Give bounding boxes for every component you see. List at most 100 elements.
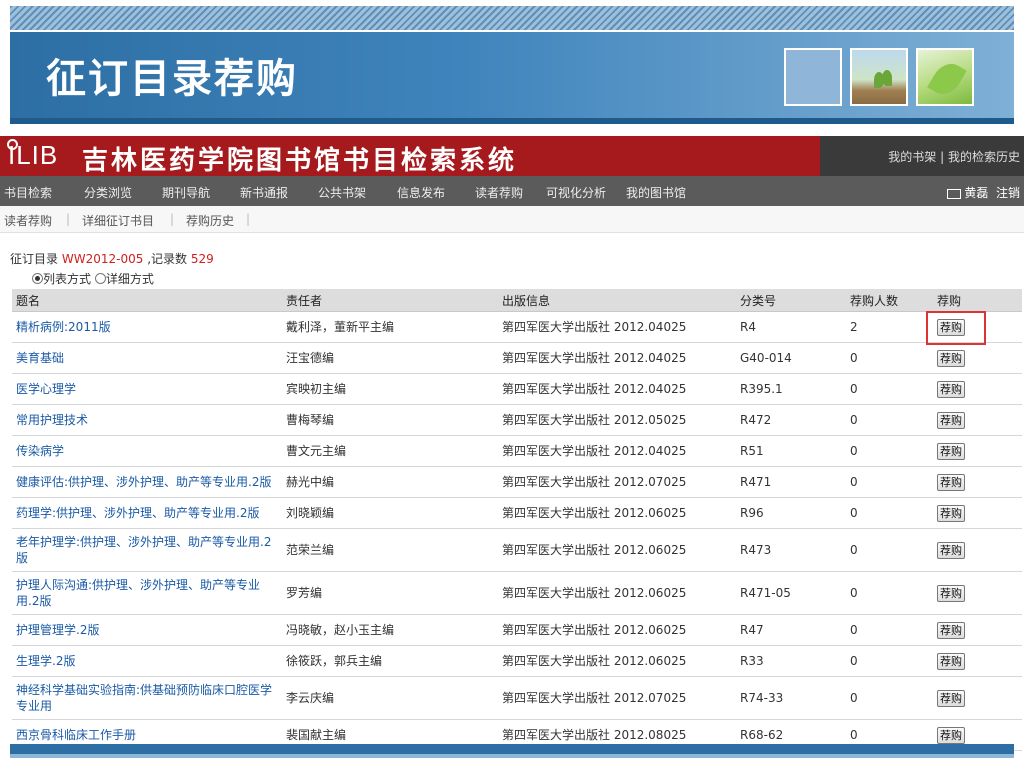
slide-footer-bar xyxy=(10,744,1014,754)
table-row: 护理人际沟通:供护理、涉外护理、助产等专业用.2版 罗芳编 第四军医大学出版社 20… xyxy=(12,571,1022,615)
recommend-cell: 荐购 xyxy=(933,373,1022,405)
book-title-link[interactable]: 药理学:供护理、涉外护理、助产等专业用.2版 xyxy=(12,497,282,529)
decorative-square-image xyxy=(784,48,842,106)
subnav-recommend-history[interactable]: 荐购历史 xyxy=(186,212,234,229)
recommend-button[interactable]: 荐购 xyxy=(937,689,965,707)
nav-item-catalog-search[interactable]: 书目检索 xyxy=(4,184,52,201)
recommend-cell: 荐购 xyxy=(933,435,1022,467)
book-author: 徐筱跃，郭兵主编 xyxy=(282,645,498,677)
nav-item-visual-analysis[interactable]: 可视化分析 xyxy=(546,184,606,201)
recommend-count: 0 xyxy=(846,404,933,436)
book-publication: 第四军医大学出版社 2012.07025 xyxy=(498,466,736,498)
link-separator: | xyxy=(936,150,948,164)
book-author: 李云庆编 xyxy=(282,676,498,720)
table-row: 传染病学 曹文元主编 第四军医大学出版社 2012.04025 R51 0 荐购 xyxy=(12,435,1022,467)
table-header-row: 题名 责任者 出版信息 分类号 荐购人数 荐购 xyxy=(12,289,1022,312)
col-header-recommend-count: 荐购人数 xyxy=(846,289,933,312)
recommend-cell: 荐购 xyxy=(933,676,1022,720)
recommend-count: 2 xyxy=(846,311,933,343)
table-row: 医学心理学 宾映初主编 第四军医大学出版社 2012.04025 R395.1 0 荐购 xyxy=(12,373,1022,405)
book-classification: R33 xyxy=(736,645,846,677)
recommend-button[interactable]: 荐购 xyxy=(937,411,965,429)
nav-item-journals[interactable]: 期刊导航 xyxy=(162,184,210,201)
book-title-link[interactable]: 生理学.2版 xyxy=(12,645,282,677)
subnav-separator: | xyxy=(170,212,175,226)
book-publication: 第四军医大学出版社 2012.05025 xyxy=(498,404,736,436)
nav-item-my-library[interactable]: 我的图书馆 xyxy=(626,184,686,201)
recommend-button[interactable]: 荐购 xyxy=(937,541,965,559)
recommend-button[interactable]: 荐购 xyxy=(937,442,965,460)
catalog-prefix: 征订目录 xyxy=(10,252,59,266)
book-title-link[interactable]: 精析病例:2011版 xyxy=(12,311,282,343)
recommend-count: 0 xyxy=(846,373,933,405)
book-title-link[interactable]: 老年护理学:供护理、涉外护理、助产等专业用.2版 xyxy=(12,528,282,572)
recommend-button[interactable]: 荐购 xyxy=(937,473,965,491)
book-title-link[interactable]: 传染病学 xyxy=(12,435,282,467)
book-title-link[interactable]: 医学心理学 xyxy=(12,373,282,405)
seedling-image xyxy=(850,48,908,106)
subnav-detailed-catalog[interactable]: 详细征订书目 xyxy=(82,212,154,229)
recommend-count: 0 xyxy=(846,645,933,677)
subnav-reader-recommend[interactable]: 读者荐购 xyxy=(4,212,52,229)
book-author: 戴利泽，董新平主编 xyxy=(282,311,498,343)
leaf-image xyxy=(916,48,974,106)
book-author: 冯晓敏，赵小玉主编 xyxy=(282,614,498,646)
nav-item-browse[interactable]: 分类浏览 xyxy=(84,184,132,201)
recommend-button[interactable]: 荐购 xyxy=(937,584,965,602)
table-row: 精析病例:2011版 戴利泽，董新平主编 第四军医大学出版社 2012.04025 R… xyxy=(12,311,1022,343)
book-author: 宾映初主编 xyxy=(282,373,498,405)
book-publication: 第四军医大学出版社 2012.07025 xyxy=(498,676,736,720)
book-publication: 第四军医大学出版社 2012.06025 xyxy=(498,571,736,615)
recommend-cell: 荐购 xyxy=(933,528,1022,572)
book-classification: R96 xyxy=(736,497,846,529)
recommend-button[interactable]: 荐购 xyxy=(937,726,965,744)
nav-item-public-shelf[interactable]: 公共书架 xyxy=(318,184,366,201)
table-row: 护理管理学.2版 冯晓敏，赵小玉主编 第四军医大学出版社 2012.06025 R47… xyxy=(12,614,1022,646)
col-header-publication: 出版信息 xyxy=(498,289,736,312)
recommend-button[interactable]: 荐购 xyxy=(937,349,965,367)
recommend-count: 0 xyxy=(846,528,933,572)
book-title-link[interactable]: 护理管理学.2版 xyxy=(12,614,282,646)
recommend-cell: 荐购 xyxy=(933,466,1022,498)
list-mode-radio[interactable] xyxy=(32,273,43,284)
top-links: 我的书架 | 我的检索历史 xyxy=(888,148,1020,165)
record-count-label: ,记录数 xyxy=(147,252,188,266)
subnav-separator: | xyxy=(66,212,71,226)
recommend-button[interactable]: 荐购 xyxy=(937,318,965,336)
recommend-cell: 荐购 xyxy=(933,342,1022,374)
nav-item-announcements[interactable]: 信息发布 xyxy=(397,184,445,201)
nav-item-new-books[interactable]: 新书通报 xyxy=(240,184,288,201)
book-author: 赫光中编 xyxy=(282,466,498,498)
recommend-button[interactable]: 荐购 xyxy=(937,504,965,522)
detail-mode-radio[interactable] xyxy=(94,273,106,284)
table-row: 健康评估:供护理、涉外护理、助产等专业用.2版 赫光中编 第四军医大学出版社 201… xyxy=(12,466,1022,498)
book-title-link[interactable]: 护理人际沟通:供护理、涉外护理、助产等专业用.2版 xyxy=(12,571,282,615)
book-title-link[interactable]: 健康评估:供护理、涉外护理、助产等专业用.2版 xyxy=(12,466,282,498)
recommend-button[interactable]: 荐购 xyxy=(937,380,965,398)
table-row: 生理学.2版 徐筱跃，郭兵主编 第四军医大学出版社 2012.06025 R33 0 荐购 xyxy=(12,645,1022,677)
nav-item-reader-recommend[interactable]: 读者荐购 xyxy=(475,184,523,201)
recommend-button[interactable]: 荐购 xyxy=(937,652,965,670)
my-shelf-link[interactable]: 我的书架 xyxy=(888,150,936,164)
search-history-link[interactable]: 我的检索历史 xyxy=(948,150,1020,164)
book-publication: 第四军医大学出版社 2012.06025 xyxy=(498,614,736,646)
header-band xyxy=(10,118,1014,124)
book-author: 曹文元主编 xyxy=(282,435,498,467)
slide-header: 征订目录荐购 xyxy=(10,32,1014,124)
col-header-classification: 分类号 xyxy=(736,289,846,312)
catalog-code: WW2012-005 xyxy=(61,252,144,266)
book-title-link[interactable]: 神经科学基础实验指南:供基础预防临床口腔医学专业用 xyxy=(12,676,282,720)
table-row: 常用护理技术 曹梅琴编 第四军医大学出版社 2012.05025 R472 0 荐购 xyxy=(12,404,1022,436)
book-classification: R47 xyxy=(736,614,846,646)
user-card-icon xyxy=(947,188,962,199)
col-header-recommend: 荐购 xyxy=(933,289,1022,312)
book-title-link[interactable]: 常用护理技术 xyxy=(12,404,282,436)
recommend-button[interactable]: 荐购 xyxy=(937,621,965,639)
col-header-title: 题名 xyxy=(12,289,282,312)
book-classification: R395.1 xyxy=(736,373,846,405)
recommend-cell: 荐购 xyxy=(933,404,1022,436)
logout-link[interactable]: 注销 xyxy=(996,186,1020,200)
catalog-info: 征订目录 WW2012-005 ,记录数 529 xyxy=(10,250,214,267)
book-title-link[interactable]: 美育基础 xyxy=(12,342,282,374)
recommend-cell: 荐购 xyxy=(933,497,1022,529)
